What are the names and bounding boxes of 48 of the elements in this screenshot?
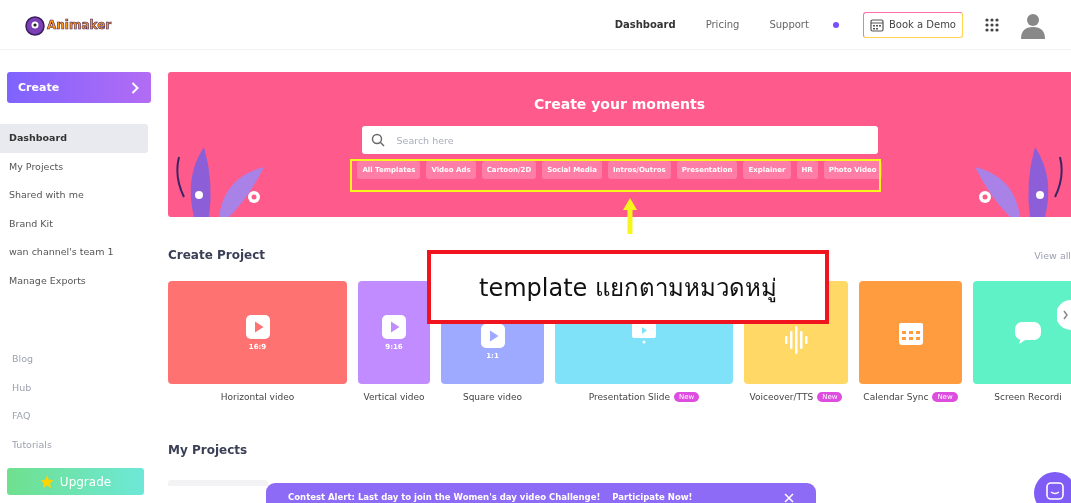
card-title: Presentation Slide (588, 392, 671, 402)
star-icon (39, 474, 54, 489)
card-title: Voiceover/TTS (749, 392, 814, 402)
search-icon (370, 133, 385, 147)
sidebar-item[interactable]: wan channel's team 1 (0, 238, 148, 267)
chevron-right-icon (131, 81, 139, 94)
chat-bubble-icon (1015, 321, 1041, 344)
sidebar-link[interactable]: Tutorials (0, 430, 160, 459)
arrow-icon (622, 196, 638, 236)
logo-text: Animaker (47, 17, 112, 32)
calendar-icon (869, 17, 884, 32)
notification-dot (832, 21, 839, 28)
sound-wave-icon (784, 325, 808, 354)
card-title: Screen Recordi (994, 392, 1062, 402)
book-demo-button[interactable]: Book a Demo (862, 11, 963, 38)
banner-title: Create your moments (534, 96, 705, 112)
nav-link[interactable]: Pricing (705, 19, 740, 30)
card-title: Horizontal video (220, 392, 295, 402)
sidebar-item[interactable]: Brand Kit (0, 209, 148, 238)
card-title: Calendar Sync (863, 392, 929, 402)
annotation-tooltip: template แยกตามหมวดหมู่ (427, 250, 829, 324)
play-icon (382, 314, 406, 339)
apps-grid-icon[interactable] (985, 17, 999, 32)
nav-link[interactable]: Dashboard (614, 19, 676, 30)
sidebar-link[interactable]: Hub (0, 373, 160, 402)
sidebar-item[interactable]: Manage Exports (0, 266, 148, 295)
view-all-link[interactable]: View all (1034, 249, 1071, 261)
sidebar-item[interactable]: Shared with me (0, 181, 148, 210)
card-title: Vertical video (363, 392, 425, 402)
create-button[interactable]: Create (7, 72, 151, 103)
mascot-icon (24, 13, 46, 36)
chevron-right-icon (1057, 300, 1071, 330)
upgrade-button[interactable]: Upgrade (7, 468, 144, 495)
nav-link[interactable]: Support (769, 19, 809, 30)
sidebar-item[interactable]: Dashboard (0, 124, 148, 153)
play-icon (245, 314, 270, 339)
search-field[interactable]: Search here (361, 126, 878, 154)
participate-link[interactable]: Participate Now! (612, 492, 693, 502)
card-title: Square video (462, 392, 523, 402)
play-icon (480, 323, 505, 348)
sidebar-link[interactable]: Blog (0, 345, 160, 374)
sidebar-link[interactable]: FAQ (0, 402, 160, 431)
section-title: Create Project (168, 248, 266, 262)
close-icon (784, 493, 794, 503)
sidebar-item[interactable]: My Projects (0, 152, 148, 181)
alert-text: Contest Alert: Last day to join the Women's day video Challenge! (288, 492, 601, 502)
section-title: My Projects (168, 443, 248, 457)
chat-icon (1046, 482, 1064, 500)
